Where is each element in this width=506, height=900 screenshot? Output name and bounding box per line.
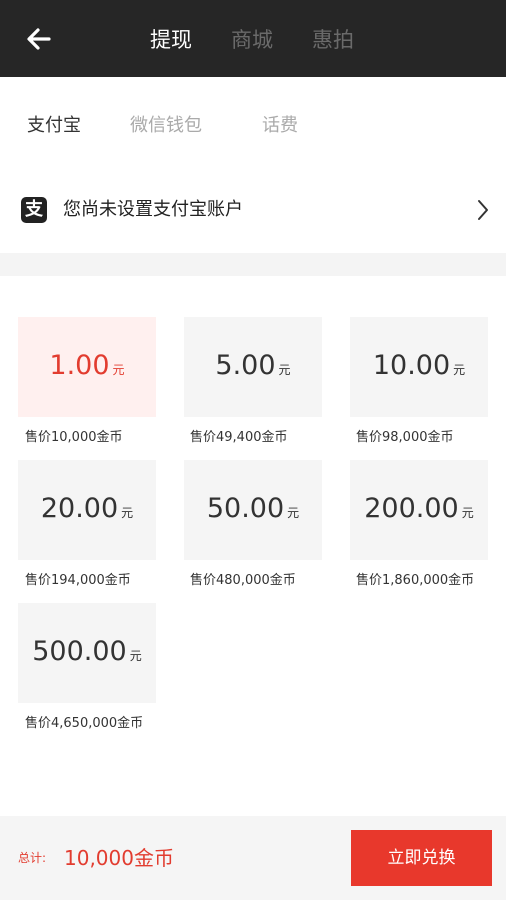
subtab-wechat-wallet[interactable]: 微信钱包 — [130, 114, 202, 138]
amount-option-10[interactable]: 10.00 元 — [350, 317, 488, 417]
tab-withdraw[interactable]: 提现 — [150, 26, 192, 54]
amount-option-1[interactable]: 1.00 元 — [18, 317, 156, 417]
amount-value: 200.00 元 — [364, 493, 474, 524]
option-price: 售价49,400金币 — [190, 430, 288, 445]
amount-option-200[interactable]: 200.00 元 — [350, 460, 488, 560]
account-status-text: 您尚未设置支付宝账户 — [63, 199, 243, 220]
total-value: 10,000金币 — [64, 846, 174, 870]
amount-value: 5.00 元 — [215, 350, 291, 381]
chevron-right-icon — [478, 200, 488, 220]
top-navigation-bar: 提现 商城 惠拍 — [0, 0, 506, 77]
amount-value: 1.00 元 — [49, 350, 125, 381]
amount-value: 500.00 元 — [32, 636, 142, 667]
option-price: 售价480,000金币 — [190, 573, 296, 588]
tab-photo-deals[interactable]: 惠拍 — [312, 26, 354, 54]
amount-value: 20.00 元 — [40, 493, 134, 524]
alipay-icon: 支 — [21, 197, 47, 223]
payment-method-tabs: 支付宝 微信钱包 话费 — [0, 77, 506, 173]
checkout-bar: 总计: 10,000金币 立即兑换 — [0, 816, 506, 900]
back-button[interactable] — [20, 22, 58, 56]
subtab-phone-credit[interactable]: 话费 — [262, 114, 298, 138]
amount-value: 50.00 元 — [206, 493, 300, 524]
option-price: 售价98,000金币 — [356, 430, 454, 445]
option-price: 售价4,650,000金币 — [25, 716, 144, 731]
alipay-account-row[interactable]: 支 您尚未设置支付宝账户 — [0, 173, 506, 253]
amount-option-20[interactable]: 20.00 元 — [18, 460, 156, 560]
amount-option-50[interactable]: 50.00 元 — [184, 460, 322, 560]
section-divider — [0, 253, 506, 276]
subtab-alipay[interactable]: 支付宝 — [27, 114, 81, 138]
amount-option-5[interactable]: 5.00 元 — [184, 317, 322, 417]
redeem-now-button[interactable]: 立即兑换 — [351, 830, 492, 886]
option-price: 售价1,860,000金币 — [356, 573, 475, 588]
total-label: 总计: — [18, 851, 47, 865]
arrow-left-icon — [27, 28, 51, 50]
tab-mall[interactable]: 商城 — [231, 26, 273, 54]
option-price: 售价194,000金币 — [25, 573, 131, 588]
amount-option-500[interactable]: 500.00 元 — [18, 603, 156, 703]
option-price: 售价10,000金币 — [25, 430, 123, 445]
amount-options-grid: 1.00 元 售价10,000金币 5.00 元 售价49,400金币 10.00 元… — [0, 276, 506, 816]
amount-value: 10.00 元 — [372, 350, 466, 381]
